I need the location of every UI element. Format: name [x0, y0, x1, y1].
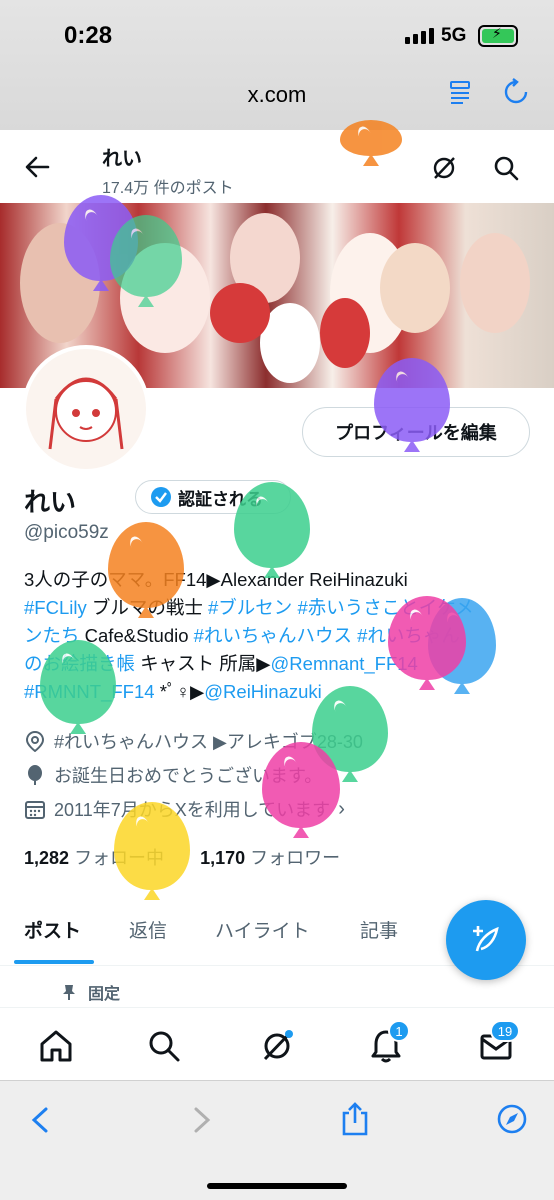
handle: @pico59z: [24, 522, 109, 543]
notifications-bell-icon[interactable]: 1: [366, 1020, 410, 1066]
tab-replies[interactable]: 返信: [129, 916, 167, 943]
orange-balloon: [108, 522, 184, 608]
bio-text: Cafe&Studio: [79, 625, 194, 646]
feather-plus-icon: [473, 926, 499, 952]
explore-search-icon[interactable]: [144, 1026, 184, 1066]
reload-icon[interactable]: [502, 78, 532, 108]
tab-highlights[interactable]: ハイライト: [215, 916, 310, 943]
hashtag-link[interactable]: #れいちゃんハウス: [194, 625, 352, 646]
chevron-right-icon: ›: [338, 797, 345, 820]
verified-badge-icon: [151, 487, 171, 507]
status-time: 0:28: [64, 22, 113, 49]
browser-forward-icon[interactable]: [188, 1105, 214, 1140]
followers-count: 1,170: [200, 848, 246, 868]
green-balloon: [110, 215, 182, 297]
mention-link[interactable]: @ReiHinazuki: [204, 681, 322, 702]
messages-envelope-icon[interactable]: 19: [476, 1020, 520, 1066]
pink-balloon: [388, 596, 466, 680]
grok-nav-icon[interactable]: [257, 1026, 297, 1066]
yellow-balloon: [114, 802, 190, 890]
hashtag-link[interactable]: #ブルセン: [208, 597, 292, 618]
browser-toolbar: [0, 1080, 554, 1200]
search-icon[interactable]: [492, 154, 520, 187]
bottom-navigation: 1 19: [0, 1007, 554, 1080]
tab-posts[interactable]: ポスト: [24, 916, 81, 943]
reader-icon[interactable]: [447, 78, 477, 108]
bio-text: *ﾟ♀▶: [154, 681, 205, 702]
green-balloon: [40, 640, 116, 724]
grok-icon[interactable]: [430, 154, 458, 187]
orange-balloon: [340, 120, 402, 156]
pink-balloon: [262, 742, 340, 828]
back-arrow-icon[interactable]: [24, 154, 50, 185]
active-tab-indicator: [14, 960, 94, 964]
notifications-badge: 1: [388, 1020, 410, 1042]
balloon-icon: [28, 765, 42, 785]
followers-link[interactable]: 1,170 フォロワー: [200, 844, 340, 870]
header-name: れい: [102, 148, 142, 170]
header-post-count: 17.4万 件のポスト: [102, 180, 234, 197]
messages-badge: 19: [490, 1020, 520, 1042]
tab-articles[interactable]: 記事: [360, 916, 398, 943]
followers-label: フォロワー: [250, 848, 341, 868]
pinned-indicator: 固定: [60, 980, 120, 1004]
signal-icon: [405, 28, 434, 44]
pin-icon: [63, 985, 75, 1000]
network-label: 5G: [441, 25, 467, 46]
display-name: れい: [24, 487, 77, 517]
compass-icon[interactable]: [496, 1103, 528, 1140]
home-icon[interactable]: [36, 1026, 76, 1066]
bio-text: キャスト 所属▶: [135, 653, 271, 674]
green-balloon: [234, 482, 310, 568]
hashtag-link[interactable]: #FCLily: [24, 597, 87, 618]
battery-icon: [478, 25, 518, 47]
share-icon[interactable]: [340, 1101, 370, 1142]
compose-post-button[interactable]: [446, 900, 526, 980]
avatar[interactable]: [22, 345, 150, 473]
home-indicator: [207, 1183, 347, 1189]
browser-top-bar: 0:28 5G x.com: [0, 0, 554, 130]
following-count: 1,282: [24, 848, 70, 868]
purple-balloon: [374, 358, 450, 442]
location-pin-icon: [25, 730, 45, 752]
calendar-icon: [25, 801, 45, 819]
pinned-label: 固定: [88, 986, 121, 1003]
browser-back-icon[interactable]: [28, 1105, 54, 1140]
